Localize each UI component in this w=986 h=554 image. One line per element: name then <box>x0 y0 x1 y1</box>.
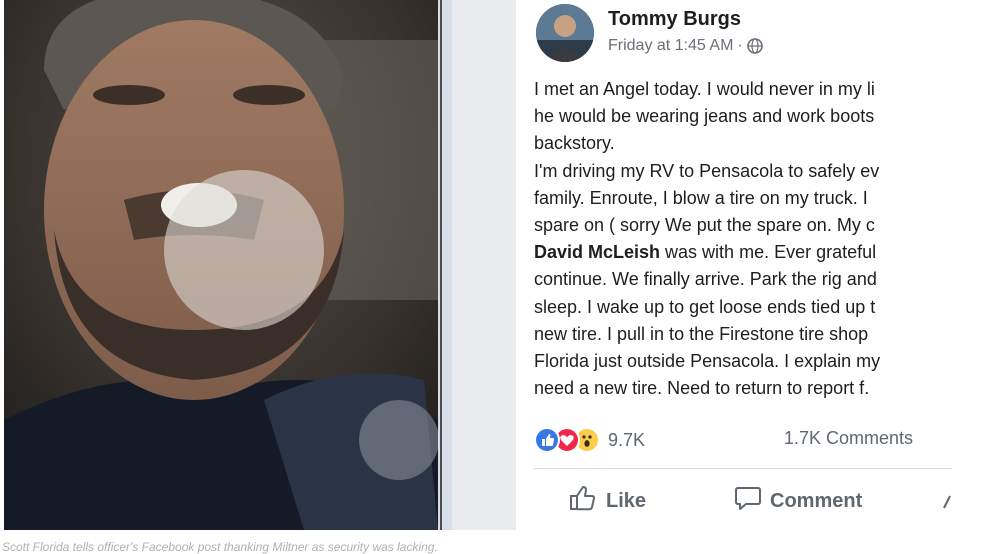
post-actions: Like Comment <box>516 484 952 520</box>
post-line: I'm driving my RV to Pensacola to safely… <box>534 160 880 181</box>
post-meta: Friday at 1:45 AM · <box>608 37 763 55</box>
post-line: sleep. I wake up to get loose ends tied … <box>534 296 876 317</box>
post-photo <box>4 0 438 530</box>
post-line: need a new tire. Need to return to repor… <box>534 378 870 399</box>
avatar[interactable] <box>536 4 594 62</box>
comment-button[interactable]: Comment <box>734 484 862 518</box>
post-line-mention: David McLeish was with me. Ever grateful <box>534 239 952 266</box>
reactions-summary[interactable]: 9.7K <box>534 426 645 454</box>
like-label: Like <box>606 489 647 512</box>
globe-icon <box>746 38 763 54</box>
post-line: I met an Angel today. I would never in m… <box>534 79 875 99</box>
post-line: continue. We finally arrive. Park the ri… <box>534 269 877 290</box>
man-portrait-image <box>4 0 438 530</box>
like-reaction-icon <box>534 427 560 453</box>
like-button[interactable]: Like <box>568 484 646 518</box>
speech-bubble-icon <box>734 484 762 518</box>
mention-link[interactable]: David McLeish <box>534 242 660 262</box>
post-text: I met an Angel today. I would never in m… <box>534 76 952 402</box>
reaction-count[interactable]: 9.7K <box>608 430 645 451</box>
comment-label: Comment <box>770 489 863 512</box>
share-button[interactable] <box>942 484 952 518</box>
meta-separator: · <box>737 37 743 54</box>
action-divider <box>534 468 952 469</box>
post-line: Florida just outside Pensacola. I explai… <box>534 351 881 372</box>
post-line: new tire. I pull in to the Firestone tir… <box>534 323 869 344</box>
post-line: he would be wearing jeans and work boots <box>534 106 875 127</box>
post-line: family. Enroute, I blow a tire on my tru… <box>534 187 868 208</box>
post-line: backstory. <box>534 133 615 154</box>
thumbs-up-icon <box>568 484 598 518</box>
comment-count[interactable]: 1.7K Comments <box>784 428 913 449</box>
facebook-post-card: Tommy Burgs Friday at 1:45 AM · I met an… <box>516 0 952 530</box>
author-name[interactable]: Tommy Burgs <box>608 8 741 31</box>
mention-rest: was with me. Ever grateful <box>660 242 877 263</box>
post-line: spare on ( sorry We put the spare on. My… <box>534 215 875 236</box>
share-icon <box>942 484 952 518</box>
post-timestamp[interactable]: Friday at 1:45 AM <box>608 37 733 55</box>
facebook-background-panel <box>452 0 516 530</box>
image-caption: Scott Florida tells officer's Facebook p… <box>2 540 438 554</box>
photo-divider <box>438 0 452 530</box>
